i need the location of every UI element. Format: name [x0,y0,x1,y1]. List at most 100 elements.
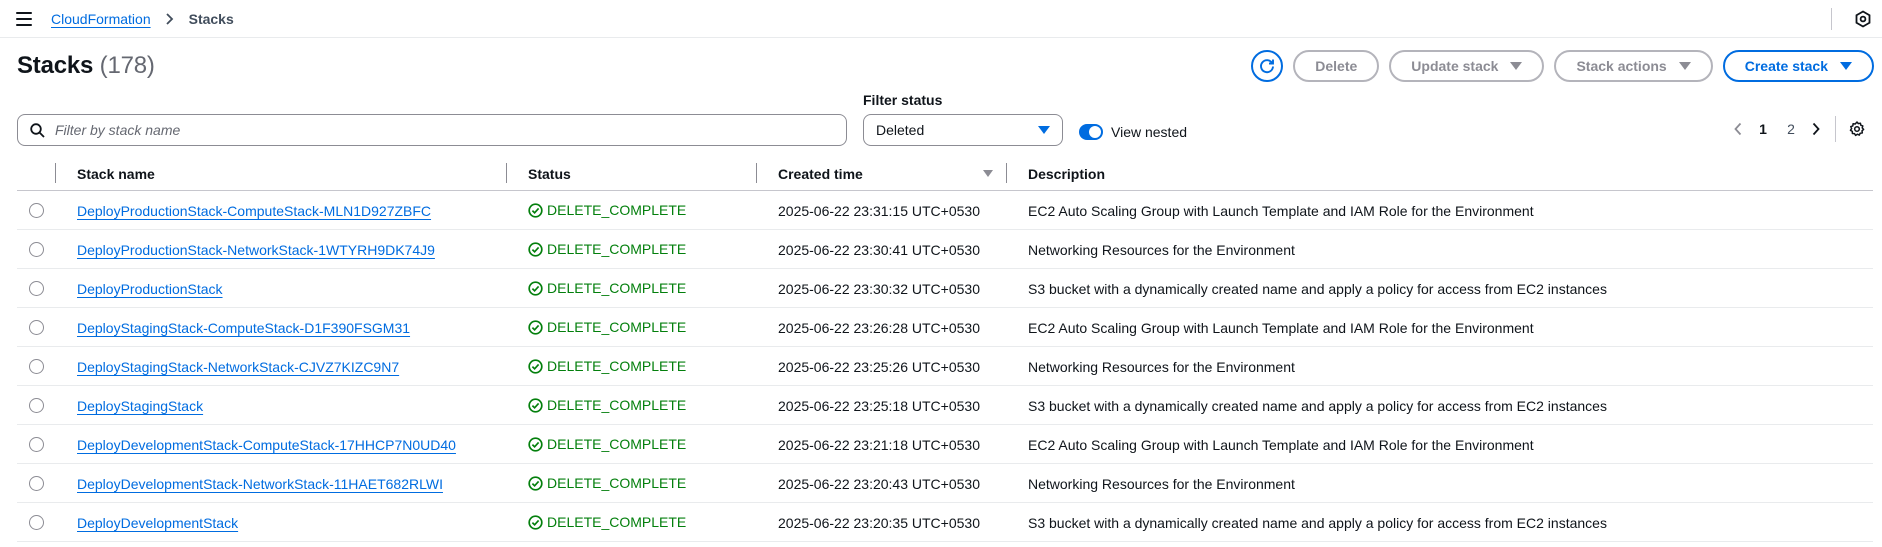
stacks-table: Stack name Status Created time Descripti… [17,157,1873,542]
toggle-switch[interactable] [1079,124,1103,140]
row-select-radio[interactable] [29,359,44,374]
stack-name-link[interactable]: DeployStagingStack-ComputeStack-D1F390FS… [77,320,410,336]
stack-name-link[interactable]: DeployStagingStack [77,398,203,414]
row-select-radio[interactable] [29,437,44,452]
page-title-text: Stacks [17,52,94,79]
column-header-stack-name[interactable]: Stack name [77,166,155,182]
caret-down-icon [1840,62,1852,70]
page-2-button[interactable]: 2 [1777,121,1805,137]
row-select-radio[interactable] [29,281,44,296]
filter-status-label: Filter status [863,92,943,108]
row-select-radio[interactable] [29,515,44,530]
stack-name-link[interactable]: DeployDevelopmentStack-ComputeStack-17HH… [77,437,456,453]
row-select-radio[interactable] [29,476,44,491]
stack-name-link[interactable]: DeployProductionStack-ComputeStack-MLN1D… [77,203,431,219]
search-icon [30,122,45,138]
status-text: DELETE_COMPLETE [547,241,687,257]
column-header-description[interactable]: Description [1028,166,1105,182]
stack-actions-button[interactable]: Stack actions [1554,50,1713,82]
table-row[interactable]: DeployStagingStack-ComputeStack-D1F390FS… [17,308,1873,347]
success-check-circle-icon [528,280,543,296]
status-cell: DELETE_COMPLETE [528,358,686,374]
top-right-tools [1831,0,1882,38]
gear-icon[interactable] [1846,118,1868,140]
created-time: 2025-06-22 23:21:18 UTC+0530 [778,437,980,453]
row-select-radio[interactable] [29,320,44,335]
success-check-circle-icon [528,436,543,452]
divider [1835,116,1836,142]
search-field[interactable] [17,114,847,146]
update-stack-button[interactable]: Update stack [1389,50,1545,82]
help-hexagon-icon[interactable] [1844,0,1882,38]
column-header-created-time[interactable]: Created time [778,166,863,182]
table-row[interactable]: DeployDevelopmentStack DELETE_COMPLETE 202… [17,503,1873,542]
stack-name-link[interactable]: DeployDevelopmentStack [77,515,238,531]
created-time: 2025-06-22 23:26:28 UTC+0530 [778,320,980,336]
filter-status-value: Deleted [876,122,925,138]
status-cell: DELETE_COMPLETE [528,202,686,218]
chevron-right-icon [163,12,177,26]
description: Networking Resources for the Environment [1028,242,1295,258]
description: Networking Resources for the Environment [1028,476,1295,492]
success-check-circle-icon [528,319,543,335]
row-select-radio[interactable] [29,398,44,413]
view-nested-label: View nested [1111,124,1188,140]
table-body: DeployProductionStack-ComputeStack-MLN1D… [17,191,1873,542]
stack-name-link[interactable]: DeployStagingStack-NetworkStack-CJVZ7KIZ… [77,359,399,375]
table-row[interactable]: DeployProductionStack DELETE_COMPLETE 2025… [17,269,1873,308]
table-row[interactable]: DeployDevelopmentStack-NetworkStack-11HA… [17,464,1873,503]
table-row[interactable]: DeployProductionStack-NetworkStack-1WTYR… [17,230,1873,269]
delete-button[interactable]: Delete [1293,50,1380,82]
search-input[interactable] [55,122,815,138]
breadcrumb-cloudformation-link[interactable]: CloudFormation [51,11,151,27]
stack-actions-button-label: Stack actions [1576,58,1667,74]
sort-descending-icon[interactable] [983,170,993,177]
table-row[interactable]: DeployStagingStack-NetworkStack-CJVZ7KIZ… [17,347,1873,386]
created-time: 2025-06-22 23:31:15 UTC+0530 [778,203,980,219]
column-header-status[interactable]: Status [528,166,571,182]
caret-down-icon [1510,62,1523,70]
previous-page-icon[interactable] [1727,118,1749,140]
hamburger-menu-icon[interactable] [16,11,32,26]
description: EC2 Auto Scaling Group with Launch Templ… [1028,437,1534,453]
stack-name-link[interactable]: DeployProductionStack [77,281,223,297]
stack-count: (178) [99,52,155,79]
caret-down-icon [1038,126,1050,134]
column-divider[interactable] [1006,163,1007,183]
create-stack-button-label: Create stack [1744,58,1828,74]
row-select-radio[interactable] [29,203,44,218]
description: S3 bucket with a dynamically created nam… [1028,398,1607,414]
success-check-circle-icon [528,202,543,218]
column-divider[interactable] [506,163,507,183]
filters-bar: Filter status Deleted View nested 1 2 [0,90,1882,150]
column-divider[interactable] [756,163,757,183]
created-time: 2025-06-22 23:30:41 UTC+0530 [778,242,980,258]
view-nested-toggle[interactable]: View nested [1079,124,1187,140]
page-1-button[interactable]: 1 [1749,121,1777,137]
success-check-circle-icon [528,514,543,530]
column-divider [55,163,56,183]
table-row[interactable]: DeployDevelopmentStack-ComputeStack-17HH… [17,425,1873,464]
caret-down-icon [1678,62,1691,70]
refresh-icon [1260,59,1275,74]
created-time: 2025-06-22 23:20:35 UTC+0530 [778,515,980,531]
status-text: DELETE_COMPLETE [547,202,687,218]
table-row[interactable]: DeployProductionStack-ComputeStack-MLN1D… [17,191,1873,230]
delete-button-label: Delete [1315,58,1358,74]
table-header: Stack name Status Created time Descripti… [17,157,1873,191]
next-page-icon[interactable] [1805,118,1827,140]
divider [1831,8,1832,30]
success-check-circle-icon [528,397,543,413]
status-text: DELETE_COMPLETE [547,397,687,413]
description: EC2 Auto Scaling Group with Launch Templ… [1028,203,1534,219]
page-title: Stacks (178) [17,52,155,80]
table-row[interactable]: DeployStagingStack DELETE_COMPLETE 2025-06… [17,386,1873,425]
filter-status-select[interactable]: Deleted [863,114,1063,146]
status-cell: DELETE_COMPLETE [528,475,686,491]
created-time: 2025-06-22 23:30:32 UTC+0530 [778,281,980,297]
create-stack-button[interactable]: Create stack [1722,50,1874,82]
stack-name-link[interactable]: DeployDevelopmentStack-NetworkStack-11HA… [77,476,443,492]
stack-name-link[interactable]: DeployProductionStack-NetworkStack-1WTYR… [77,242,435,258]
row-select-radio[interactable] [29,242,44,257]
refresh-button[interactable] [1251,50,1284,82]
